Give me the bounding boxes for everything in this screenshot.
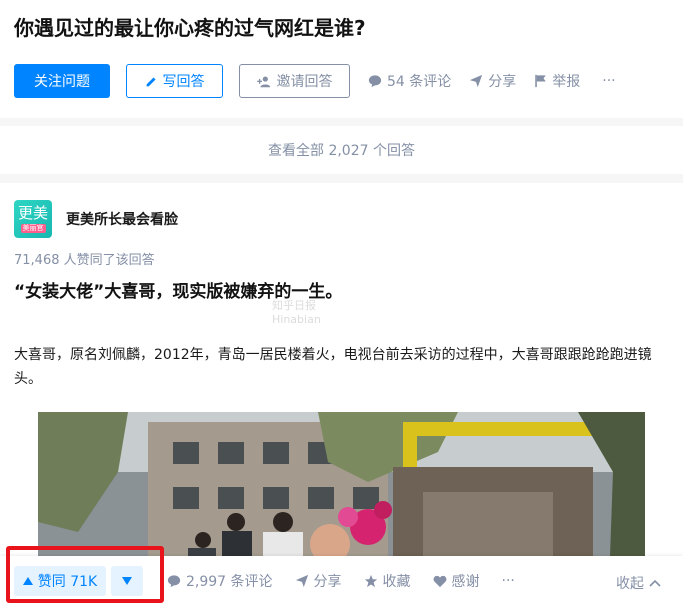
- answer-card: 更美 美丽官 更美所长最会看脸 71,468 人赞同了该回答 “女装大佬”大喜哥…: [0, 183, 683, 606]
- question-share-button[interactable]: 分享: [469, 71, 516, 91]
- favorite-button[interactable]: 收藏: [364, 571, 411, 591]
- answer-comments-button[interactable]: 2,997 条评论: [167, 571, 273, 591]
- write-answer-button[interactable]: 写回答: [126, 64, 223, 98]
- thanks-button[interactable]: 感谢: [433, 571, 480, 591]
- invite-answer-button[interactable]: 邀请回答: [239, 64, 350, 98]
- question-comments-label: 54 条评论: [387, 74, 452, 90]
- flag-icon: [535, 74, 547, 88]
- answer-share-button[interactable]: 分享: [295, 571, 342, 591]
- view-all-answers-link[interactable]: 查看全部 2,027 个回答: [0, 126, 683, 174]
- chevron-up-icon: [649, 579, 661, 587]
- question-comments-button[interactable]: 54 条评论: [368, 71, 451, 91]
- comment-icon: [368, 75, 382, 88]
- answer-share-label: 分享: [313, 574, 342, 590]
- question-header: 你遇见过的最让你心疼的过气网红是谁? 关注问题 写回答 邀请回答 54 条评论 …: [0, 0, 683, 118]
- follow-question-button[interactable]: 关注问题: [14, 64, 110, 98]
- avatar-badge: 美丽官: [20, 223, 46, 233]
- avatar-logo-text: 更美: [17, 203, 48, 222]
- star-icon: [364, 574, 377, 588]
- answer-more-button[interactable]: ···: [502, 573, 515, 589]
- author-name[interactable]: 更美所长最会看脸: [66, 209, 178, 229]
- share-icon: [470, 74, 483, 88]
- highlight-annotation-box: [6, 546, 164, 603]
- invite-answer-label: 邀请回答: [276, 74, 333, 90]
- question-more-button[interactable]: ···: [602, 73, 615, 89]
- add-user-icon: [256, 75, 270, 87]
- thanks-label: 感谢: [451, 574, 480, 590]
- report-label: 举报: [552, 74, 581, 90]
- report-button[interactable]: 举报: [534, 71, 580, 91]
- comment-icon: [167, 575, 181, 588]
- pencil-icon: [146, 76, 156, 86]
- answer-body-text: 大喜哥，原名刘佩麟，2012年，青岛一居民楼着火，电视台前去采访的过程中，大喜哥…: [14, 347, 652, 387]
- collapse-label: 收起: [616, 576, 644, 592]
- question-share-label: 分享: [488, 74, 517, 90]
- upvote-count-line[interactable]: 71,468 人赞同了该回答: [14, 249, 155, 268]
- favorite-label: 收藏: [382, 574, 411, 590]
- question-title[interactable]: 你遇见过的最让你心疼的过气网红是谁?: [14, 12, 366, 41]
- share-icon: [295, 574, 308, 588]
- heart-icon: [433, 575, 446, 587]
- question-actions: 关注问题 写回答 邀请回答 54 条评论 分享 举报 ···: [14, 64, 616, 98]
- watermark-line-2: Hinabian: [272, 313, 321, 326]
- collapse-button[interactable]: 收起: [616, 573, 661, 593]
- watermark-line-1: 知乎日报: [272, 299, 316, 312]
- answer-comments-label: 2,997 条评论: [186, 574, 273, 590]
- write-answer-label: 写回答: [162, 74, 205, 90]
- watermark: 知乎日报 Hinabian: [272, 299, 321, 327]
- avatar[interactable]: 更美 美丽官: [14, 200, 52, 238]
